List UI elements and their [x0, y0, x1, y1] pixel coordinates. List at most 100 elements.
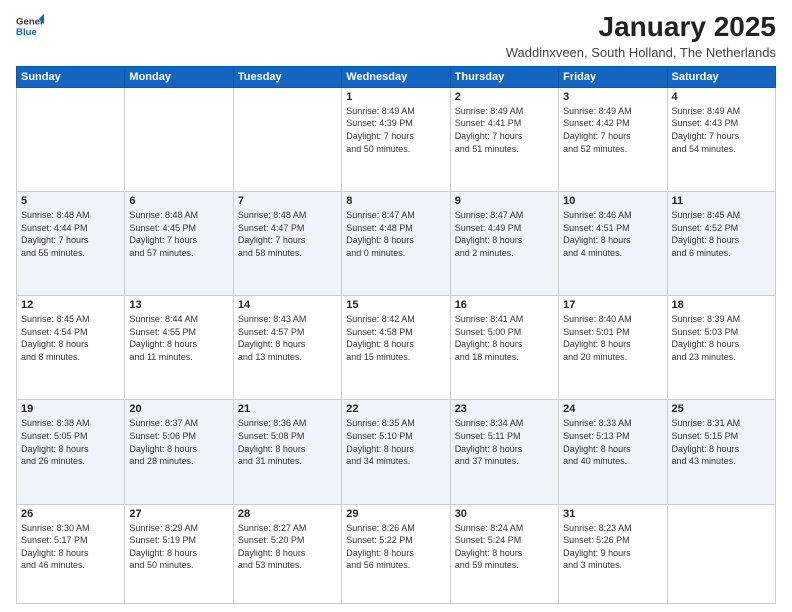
table-row: 1 Sunrise: 8:49 AM Sunset: 4:39 PM Daylig… — [342, 87, 450, 191]
header: General Blue January 2025 Waddinxveen, S… — [16, 12, 776, 60]
table-row: 6 Sunrise: 8:48 AM Sunset: 4:45 PM Daylig… — [125, 192, 233, 296]
day-number: 24 — [563, 403, 662, 415]
day-info: Sunrise: 8:49 AM Sunset: 4:41 PM Dayligh… — [455, 105, 554, 155]
table-row — [125, 87, 233, 191]
day-info: Sunrise: 8:41 AM Sunset: 5:00 PM Dayligh… — [455, 313, 554, 363]
table-row: 28Sunrise: 8:27 AM Sunset: 5:20 PM Dayli… — [233, 504, 341, 603]
day-number: 6 — [129, 195, 228, 207]
table-row: 7 Sunrise: 8:48 AM Sunset: 4:47 PM Daylig… — [233, 192, 341, 296]
table-row: 26 Sunrise: 8:30 AM Sunset: 5:17 PM Dayli… — [17, 504, 125, 603]
col-sunday: Sunday — [17, 66, 125, 87]
day-number: 10 — [563, 195, 662, 207]
table-row: 9 Sunrise: 8:47 AM Sunset: 4:49 PM Daylig… — [450, 192, 558, 296]
day-info: Sunrise: 8:42 AM Sunset: 4:58 PM Dayligh… — [346, 313, 445, 363]
day-number: 13 — [129, 299, 228, 311]
title-block: January 2025 Waddinxveen, South Holland,… — [506, 12, 776, 60]
day-info: Sunrise: 8:40 AM Sunset: 5:01 PM Dayligh… — [563, 313, 662, 363]
table-row: 27Sunrise: 8:29 AM Sunset: 5:19 PM Dayli… — [125, 504, 233, 603]
day-number: 2 — [455, 91, 554, 103]
table-row: 12 Sunrise: 8:45 AM Sunset: 4:54 PM Dayli… — [17, 296, 125, 400]
day-number: 1 — [346, 91, 445, 103]
col-friday: Friday — [559, 66, 667, 87]
col-thursday: Thursday — [450, 66, 558, 87]
day-number: 25 — [672, 403, 771, 415]
logo-icon: General Blue — [16, 12, 44, 40]
day-info: Sunrise: 8:37 AM Sunset: 5:06 PM Dayligh… — [129, 417, 228, 467]
table-row: 19 Sunrise: 8:38 AM Sunset: 5:05 PM Dayli… — [17, 400, 125, 504]
day-number: 31 — [563, 508, 662, 520]
day-info: Sunrise: 8:38 AM Sunset: 5:05 PM Dayligh… — [21, 417, 120, 467]
day-number: 7 — [238, 195, 337, 207]
day-info: Sunrise: 8:34 AM Sunset: 5:11 PM Dayligh… — [455, 417, 554, 467]
day-number: 17 — [563, 299, 662, 311]
day-info: Sunrise: 8:45 AM Sunset: 4:54 PM Dayligh… — [21, 313, 120, 363]
day-info: Sunrise: 8:27 AM Sunset: 5:20 PM Dayligh… — [238, 522, 337, 572]
day-number: 11 — [672, 195, 771, 207]
calendar: Sunday Monday Tuesday Wednesday Thursday… — [16, 66, 776, 604]
day-info: Sunrise: 8:24 AM Sunset: 5:24 PM Dayligh… — [455, 522, 554, 572]
day-info: Sunrise: 8:48 AM Sunset: 4:47 PM Dayligh… — [238, 209, 337, 259]
day-info: Sunrise: 8:29 AM Sunset: 5:19 PM Dayligh… — [129, 522, 228, 572]
day-info: Sunrise: 8:49 AM Sunset: 4:39 PM Dayligh… — [346, 105, 445, 155]
day-info: Sunrise: 8:36 AM Sunset: 5:08 PM Dayligh… — [238, 417, 337, 467]
day-info: Sunrise: 8:31 AM Sunset: 5:15 PM Dayligh… — [672, 417, 771, 467]
page: General Blue January 2025 Waddinxveen, S… — [0, 0, 792, 612]
logo: General Blue — [16, 12, 44, 40]
table-row — [17, 87, 125, 191]
table-row: 3 Sunrise: 8:49 AM Sunset: 4:42 PM Daylig… — [559, 87, 667, 191]
table-row: 14Sunrise: 8:43 AM Sunset: 4:57 PM Dayli… — [233, 296, 341, 400]
day-number: 26 — [21, 508, 120, 520]
table-row: 25 Sunrise: 8:31 AM Sunset: 5:15 PM Dayli… — [667, 400, 775, 504]
header-row: Sunday Monday Tuesday Wednesday Thursday… — [17, 66, 776, 87]
col-tuesday: Tuesday — [233, 66, 341, 87]
day-info: Sunrise: 8:45 AM Sunset: 4:52 PM Dayligh… — [672, 209, 771, 259]
day-number: 12 — [21, 299, 120, 311]
col-monday: Monday — [125, 66, 233, 87]
table-row: 22 Sunrise: 8:35 AM Sunset: 5:10 PM Dayli… — [342, 400, 450, 504]
week-row: 12 Sunrise: 8:45 AM Sunset: 4:54 PM Dayli… — [17, 296, 776, 400]
day-number: 9 — [455, 195, 554, 207]
table-row — [667, 504, 775, 603]
table-row: 17 Sunrise: 8:40 AM Sunset: 5:01 PM Dayli… — [559, 296, 667, 400]
svg-text:Blue: Blue — [16, 27, 37, 38]
day-info: Sunrise: 8:49 AM Sunset: 4:42 PM Dayligh… — [563, 105, 662, 155]
table-row: 11 Sunrise: 8:45 AM Sunset: 4:52 PM Dayli… — [667, 192, 775, 296]
week-row: 5Sunrise: 8:48 AM Sunset: 4:44 PM Daylig… — [17, 192, 776, 296]
day-number: 16 — [455, 299, 554, 311]
table-row: 31 Sunrise: 8:23 AM Sunset: 5:26 PM Dayli… — [559, 504, 667, 603]
table-row: 5Sunrise: 8:48 AM Sunset: 4:44 PM Daylig… — [17, 192, 125, 296]
day-number: 15 — [346, 299, 445, 311]
day-info: Sunrise: 8:23 AM Sunset: 5:26 PM Dayligh… — [563, 522, 662, 572]
day-info: Sunrise: 8:44 AM Sunset: 4:55 PM Dayligh… — [129, 313, 228, 363]
day-number: 4 — [672, 91, 771, 103]
col-saturday: Saturday — [667, 66, 775, 87]
week-row: 1 Sunrise: 8:49 AM Sunset: 4:39 PM Daylig… — [17, 87, 776, 191]
table-row: 8Sunrise: 8:47 AM Sunset: 4:48 PM Daylig… — [342, 192, 450, 296]
svg-text:General: General — [16, 16, 44, 27]
day-number: 29 — [346, 508, 445, 520]
day-number: 23 — [455, 403, 554, 415]
day-info: Sunrise: 8:47 AM Sunset: 4:49 PM Dayligh… — [455, 209, 554, 259]
col-wednesday: Wednesday — [342, 66, 450, 87]
table-row: 4Sunrise: 8:49 AM Sunset: 4:43 PM Daylig… — [667, 87, 775, 191]
table-row — [233, 87, 341, 191]
table-row: 21Sunrise: 8:36 AM Sunset: 5:08 PM Dayli… — [233, 400, 341, 504]
day-number: 19 — [21, 403, 120, 415]
table-row: 18Sunrise: 8:39 AM Sunset: 5:03 PM Dayli… — [667, 296, 775, 400]
day-number: 20 — [129, 403, 228, 415]
day-info: Sunrise: 8:35 AM Sunset: 5:10 PM Dayligh… — [346, 417, 445, 467]
subtitle: Waddinxveen, South Holland, The Netherla… — [506, 45, 776, 60]
table-row: 20 Sunrise: 8:37 AM Sunset: 5:06 PM Dayli… — [125, 400, 233, 504]
table-row: 29Sunrise: 8:26 AM Sunset: 5:22 PM Dayli… — [342, 504, 450, 603]
table-row: 16 Sunrise: 8:41 AM Sunset: 5:00 PM Dayli… — [450, 296, 558, 400]
table-row: 2 Sunrise: 8:49 AM Sunset: 4:41 PM Daylig… — [450, 87, 558, 191]
day-number: 8 — [346, 195, 445, 207]
day-number: 3 — [563, 91, 662, 103]
table-row: 15 Sunrise: 8:42 AM Sunset: 4:58 PM Dayli… — [342, 296, 450, 400]
day-info: Sunrise: 8:30 AM Sunset: 5:17 PM Dayligh… — [21, 522, 120, 572]
day-info: Sunrise: 8:48 AM Sunset: 4:45 PM Dayligh… — [129, 209, 228, 259]
day-info: Sunrise: 8:48 AM Sunset: 4:44 PM Dayligh… — [21, 209, 120, 259]
day-info: Sunrise: 8:33 AM Sunset: 5:13 PM Dayligh… — [563, 417, 662, 467]
day-number: 22 — [346, 403, 445, 415]
table-row: 24 Sunrise: 8:33 AM Sunset: 5:13 PM Dayli… — [559, 400, 667, 504]
